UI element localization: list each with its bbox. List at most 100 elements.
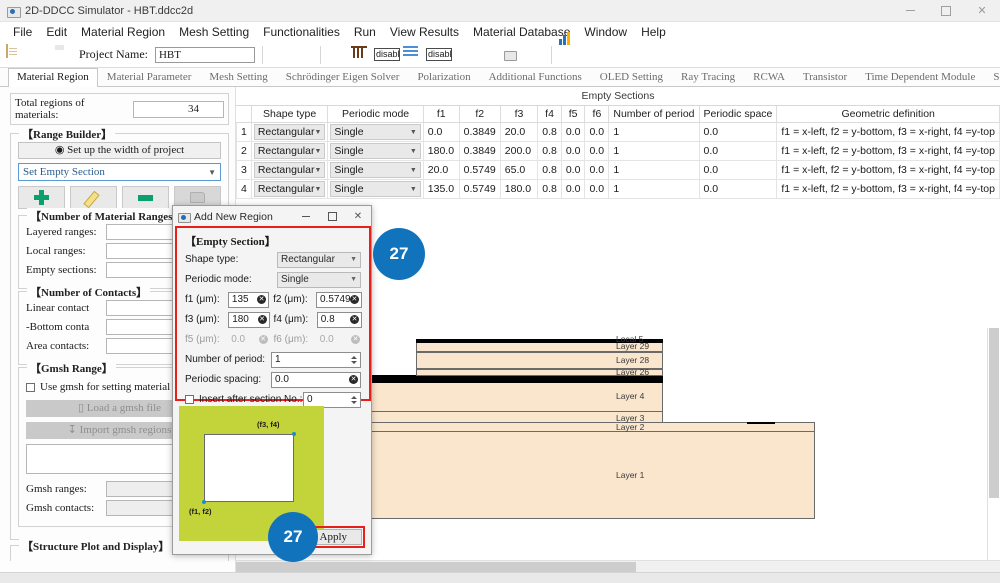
lines-icon[interactable] (403, 45, 423, 65)
cell-f3[interactable]: 180.0 (499, 179, 539, 199)
setup-width-button[interactable]: ◉ Set up the width of project (18, 142, 221, 159)
preview-handle-bottom-left[interactable] (202, 500, 206, 504)
project-name-input[interactable]: HBT (154, 46, 255, 63)
tab-oled-setting[interactable]: OLED Setting (591, 68, 672, 86)
cell-f6[interactable]: 0.0 (584, 179, 610, 199)
cell-f4[interactable]: 0.8 (537, 141, 562, 161)
periodic-mode-select[interactable]: Single ▼ (277, 271, 361, 288)
cell-f2[interactable]: 0.3849 (458, 122, 501, 142)
periodic-spacing-input[interactable]: 0.0 ✕ (271, 371, 361, 388)
plot-vertical-scrollbar[interactable] (987, 328, 1000, 560)
f2-input[interactable]: 0.5749 ✕ (315, 291, 362, 308)
cell-periodic-space[interactable]: 0.0 (698, 179, 778, 199)
cell-number-of-period[interactable]: 1 (608, 122, 700, 142)
tab-rcwa[interactable]: RCWA (744, 68, 794, 86)
cell-f1[interactable]: 135.0 (422, 179, 460, 199)
new-document-icon[interactable] (6, 43, 26, 65)
clear-icon[interactable]: ✕ (350, 315, 360, 324)
cell-f3[interactable]: 200.0 (499, 141, 539, 161)
run-icon[interactable] (455, 45, 475, 65)
clear-icon[interactable]: ✕ (257, 295, 267, 304)
cell-f1[interactable]: 0.0 (422, 122, 460, 142)
refresh-red-icon[interactable] (293, 45, 313, 65)
shape-type-select[interactable]: Rectangular ▼ (277, 251, 361, 268)
cell-shape-type[interactable]: Rectangular ▼ (250, 160, 329, 180)
menu-item-functionalities[interactable]: Functionalities (256, 23, 347, 41)
tab-solar-cell[interactable]: Solar Cell (984, 68, 1000, 86)
cell-f2[interactable]: 0.3849 (458, 141, 501, 161)
cell-periodic-mode[interactable]: Single ▼ (327, 160, 424, 180)
stepper-icon[interactable] (349, 395, 358, 405)
cell-f4[interactable]: 0.8 (537, 160, 562, 180)
minimize-button[interactable] (892, 0, 928, 22)
tab-additional-functions[interactable]: Additional Functions (480, 68, 591, 86)
f1-input[interactable]: 135 ✕ (227, 291, 270, 308)
chart-icon[interactable] (559, 45, 579, 65)
close-button[interactable]: ✕ (964, 0, 1000, 22)
tab-material-parameter[interactable]: Material Parameter (98, 68, 201, 86)
mesh-icon[interactable] (328, 45, 348, 65)
tab-transistor[interactable]: Transistor (794, 68, 856, 86)
cell-f4[interactable]: 0.8 (537, 179, 562, 199)
cell-shape-type[interactable]: Rectangular ▼ (250, 122, 329, 142)
cell-f5[interactable]: 0.0 (560, 122, 586, 142)
add-region-button[interactable] (18, 186, 65, 209)
maximize-button[interactable] (928, 0, 964, 22)
cell-f3[interactable]: 20.0 (499, 122, 539, 142)
remove-region-button[interactable] (122, 186, 169, 209)
cell-f1[interactable]: 20.0 (422, 160, 460, 180)
cell-number-of-period[interactable]: 1 (608, 160, 700, 180)
cell-f5[interactable]: 0.0 (560, 179, 586, 199)
cell-f6[interactable]: 0.0 (584, 122, 610, 142)
menu-item-mesh-setting[interactable]: Mesh Setting (172, 23, 256, 41)
refresh-green-icon[interactable] (270, 45, 290, 65)
cell-shape-type[interactable]: Rectangular ▼ (250, 141, 329, 161)
dialog-minimize-button[interactable] (293, 206, 319, 227)
preview-handle-top-right[interactable] (292, 432, 296, 436)
run-forward-icon[interactable] (478, 45, 498, 65)
dialog-maximize-button[interactable] (319, 206, 345, 227)
edit-region-button[interactable] (70, 186, 117, 209)
cell-f5[interactable]: 0.0 (560, 160, 586, 180)
table-row[interactable]: 1 Rectangular ▼ Single ▼ 0.0 0.3849 20.0 0… (236, 122, 1000, 142)
open-folder-icon[interactable] (29, 45, 49, 65)
run-open-icon[interactable] (501, 45, 521, 65)
cell-f5[interactable]: 0.0 (560, 141, 586, 161)
f4-input[interactable]: 0.8 ✕ (316, 311, 363, 328)
add-new-region-dialog[interactable]: Add New Region ✕ 【Empty Section】 Shape t… (172, 205, 372, 555)
menu-item-material-region[interactable]: Material Region (74, 23, 172, 41)
stepper-icon[interactable] (349, 355, 358, 365)
cell-number-of-period[interactable]: 1 (608, 179, 700, 199)
cell-periodic-mode[interactable]: Single ▼ (327, 179, 424, 199)
range-mode-select[interactable]: Set Empty Section ▼ (18, 163, 221, 181)
insert-after-checkbox[interactable] (185, 395, 194, 404)
tab-mesh-setting[interactable]: Mesh Setting (200, 68, 276, 86)
cell-f2[interactable]: 0.5749 (458, 160, 501, 180)
menu-item-window[interactable]: Window (577, 23, 634, 41)
cell-f4[interactable]: 0.8 (537, 122, 562, 142)
cell-f1[interactable]: 180.0 (422, 141, 460, 161)
save-icon[interactable] (52, 45, 72, 65)
tab-polarization[interactable]: Polarization (408, 68, 479, 86)
tab-schrodinger-eigen-solver[interactable]: Schrödinger Eigen Solver (277, 68, 409, 86)
table-row[interactable]: 3 Rectangular ▼ Single ▼ 20.0 0.5749 65.0 … (236, 160, 1000, 180)
number-of-period-input[interactable]: 1 (271, 351, 361, 368)
cell-shape-type[interactable]: Rectangular ▼ (250, 179, 329, 199)
cell-periodic-space[interactable]: 0.0 (698, 122, 778, 142)
cell-f6[interactable]: 0.0 (584, 160, 610, 180)
scrollbar-thumb[interactable] (989, 328, 999, 498)
tab-material-region[interactable]: Material Region (8, 68, 98, 87)
table-row[interactable]: 4 Rectangular ▼ Single ▼ 135.0 0.5749 180.… (236, 179, 1000, 199)
menu-item-run[interactable]: Run (347, 23, 383, 41)
f3-input[interactable]: 180 ✕ (228, 311, 270, 328)
clear-icon[interactable]: ✕ (349, 375, 358, 384)
cell-f3[interactable]: 65.0 (499, 160, 539, 180)
cell-number-of-period[interactable]: 1 (608, 141, 700, 161)
stop-icon[interactable] (524, 45, 544, 65)
scrollbar-thumb[interactable] (236, 562, 636, 572)
cell-f2[interactable]: 0.5749 (458, 179, 501, 199)
menu-item-view-results[interactable]: View Results (383, 23, 466, 41)
tab-time-dependent-module[interactable]: Time Dependent Module (856, 68, 984, 86)
clear-icon[interactable]: ✕ (257, 315, 267, 324)
clear-icon[interactable]: ✕ (349, 295, 359, 304)
